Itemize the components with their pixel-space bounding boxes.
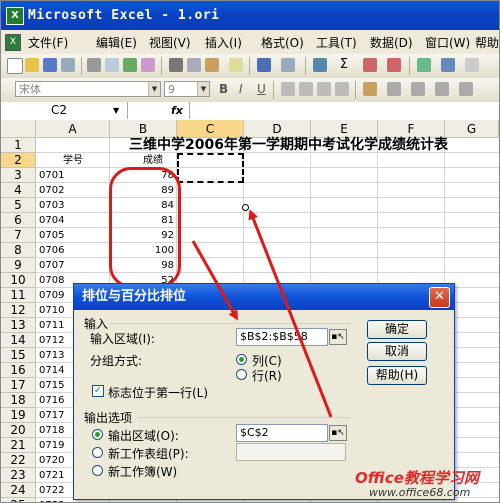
watermark-url: www.office68.com [369,486,471,499]
arrow-to-output-cell [248,209,333,418]
watermark-brand: Office教程学习网 [355,469,479,487]
site-watermark: Office教程学习网 www.office68.com [353,467,499,502]
arrow-to-input-range [191,240,238,321]
excel-window: X Microsoft Excel - 1.ori X 文件(F) 编辑(E) … [0,0,500,503]
annotation-arrows [191,209,333,418]
